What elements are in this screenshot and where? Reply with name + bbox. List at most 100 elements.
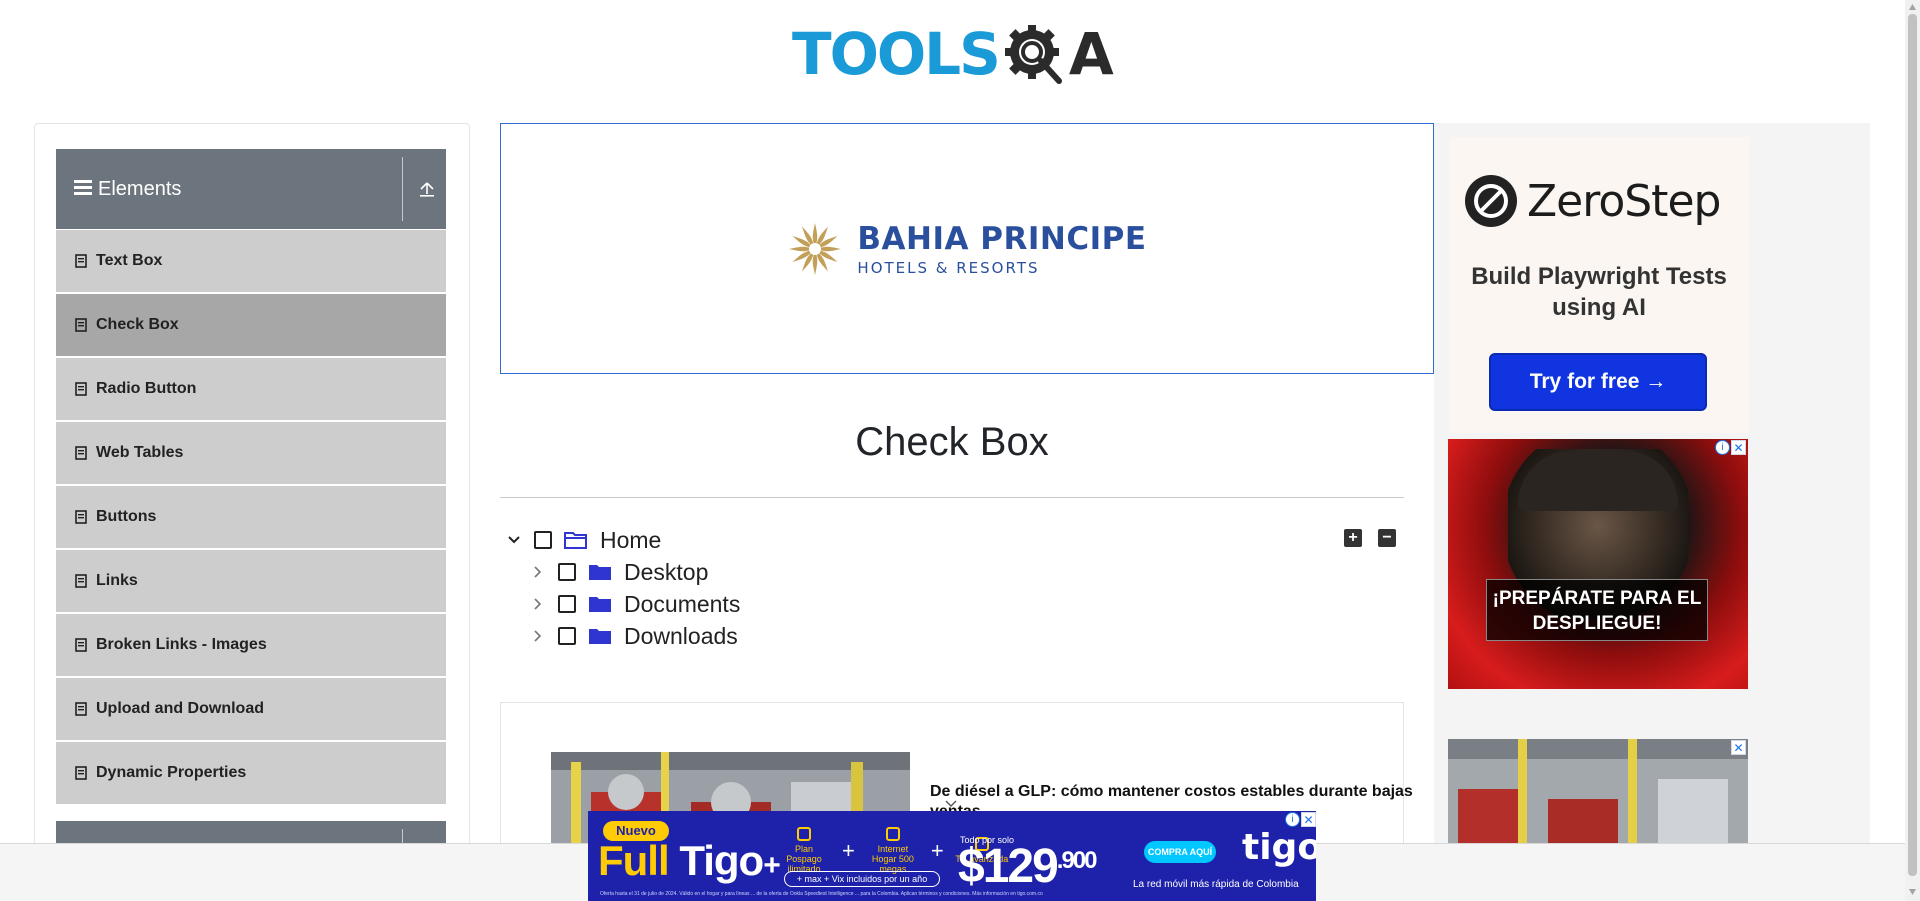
group-title-label: Elements <box>98 178 182 200</box>
tree-node-documents[interactable]: Documents <box>524 588 740 620</box>
zerostep-logo-icon <box>1465 175 1517 227</box>
group-header-elements[interactable]: Elements <box>56 149 446 229</box>
wifi-icon <box>885 827 900 841</box>
sidebar-item-label: Radio Button <box>96 380 197 397</box>
sidebar-item-label: Upload and Download <box>96 700 264 717</box>
sidebar-item-label: Dynamic Properties <box>96 764 247 781</box>
sidebar-item-links[interactable]: Links <box>56 550 446 612</box>
document-icon <box>72 636 90 654</box>
tigo-ad[interactable]: Nuevo Full Tigo+ Plan Pospago ilimitado … <box>588 811 1316 901</box>
sidebar-menu: Text Box Check Box Radio Button Web Tabl… <box>56 230 446 806</box>
tree-node-desktop[interactable]: Desktop <box>524 556 708 588</box>
sidebar-item-web-tables[interactable]: Web Tables <box>56 422 446 484</box>
tree-toggle-button[interactable] <box>500 524 528 556</box>
ad-info-icon[interactable]: i <box>1285 812 1300 827</box>
zerostep-logo: ZeroStep <box>1465 175 1721 227</box>
plus-icon: + <box>930 837 944 863</box>
tigo-price: $129.900 <box>958 839 1098 894</box>
sidebar-item-text-box[interactable]: Text Box <box>56 230 446 292</box>
folder-icon <box>589 565 611 580</box>
tree-toggle-button[interactable] <box>524 588 552 620</box>
ad-close-icon[interactable]: ✕ <box>1731 740 1746 755</box>
banner-ad[interactable]: BAHIA PRINCIPE HOTELS & RESORTS <box>500 123 1434 374</box>
tigo-product: Full Tigo+ <box>598 837 781 885</box>
collapse-group-button[interactable] <box>408 149 446 229</box>
ad-info-icon[interactable]: i <box>1715 440 1730 455</box>
ad-close-icon[interactable]: ✕ <box>1731 440 1746 455</box>
expand-all-button[interactable]: + <box>1344 529 1362 547</box>
logo-text-a: A <box>1068 20 1114 88</box>
zerostep-name: ZeroStep <box>1527 175 1721 227</box>
group-header-title: Elements <box>74 149 181 229</box>
title-divider <box>500 497 1404 498</box>
page-title: Check Box <box>855 420 1049 464</box>
tree-checkbox[interactable] <box>534 531 552 549</box>
document-icon <box>72 700 90 718</box>
tigo-product-a: Full <box>598 837 670 884</box>
chevron-right-icon <box>534 630 542 642</box>
document-icon <box>72 764 90 782</box>
sidebar-item-label: Links <box>96 572 138 589</box>
sidebar-item-upload-download[interactable]: Upload and Download <box>56 678 446 740</box>
sunburst-logo-icon <box>789 222 842 275</box>
logo-text-tools: TOOLS <box>792 20 1001 88</box>
gear-magnifier-icon <box>1003 23 1065 85</box>
sidebar-item-dynamic-properties[interactable]: Dynamic Properties <box>56 742 446 804</box>
collapse-arrow-icon <box>420 182 434 197</box>
document-icon <box>72 316 90 334</box>
plus-icon: + <box>842 837 855 863</box>
helmet-shape <box>1518 451 1678 511</box>
tree-actions: + − <box>1344 529 1396 547</box>
tigo-feature: Plan Pospago ilimitado <box>776 827 832 874</box>
zerostep-ad[interactable]: ZeroStep Build Playwright Tests using AI… <box>1449 137 1749 433</box>
chevron-right-icon <box>534 598 542 610</box>
tigo-fine-print: Oferta hasta el 31 de julio de 2024. Vál… <box>600 891 1043 897</box>
tigo-price-main: $129 <box>958 840 1059 893</box>
ad-close-icon[interactable]: ✕ <box>1301 812 1316 827</box>
toolsqa-logo[interactable]: TOOLS A <box>792 14 1116 94</box>
chevron-right-icon <box>534 566 542 578</box>
zerostep-tagline: Build Playwright Tests using AI <box>1471 263 1727 321</box>
tigo-included: + max + Vix incluidos por un año <box>784 871 940 887</box>
tree-node-label: Desktop <box>624 558 709 585</box>
sidebar-item-label: Web Tables <box>96 444 184 461</box>
tigo-feature: Internet Hogar 500 megas <box>865 827 921 874</box>
page: TOOLS A Elements Text Box Check Box Radi… <box>0 0 1920 901</box>
tree-toggle-button[interactable] <box>524 556 552 588</box>
tigo-buy-button[interactable]: COMPRA AQUÍ <box>1144 841 1216 863</box>
tree-toggle-button[interactable] <box>524 620 552 652</box>
sidebar-item-label: Check Box <box>96 316 179 333</box>
document-icon <box>72 572 90 590</box>
scroll-up-arrow-icon[interactable] <box>1908 3 1917 11</box>
try-for-free-button[interactable]: Try for free → <box>1489 353 1707 411</box>
chevron-down-icon[interactable] <box>944 799 958 809</box>
sidebar-item-radio-button[interactable]: Radio Button <box>56 358 446 420</box>
banner-ad-subtitle: HOTELS & RESORTS <box>857 258 1040 277</box>
collapse-all-button[interactable]: − <box>1378 529 1396 547</box>
sidebar-item-check-box[interactable]: Check Box <box>56 294 446 356</box>
tigo-price-cents: .900 <box>1056 847 1098 874</box>
phone-icon <box>797 827 811 841</box>
scroll-thumb[interactable] <box>1908 14 1917 876</box>
banner-ad-brand: BAHIA PRINCIPE <box>857 220 1147 257</box>
sidebar-item-buttons[interactable]: Buttons <box>56 486 446 548</box>
tree-node-home[interactable]: Home <box>500 524 661 556</box>
scroll-down-arrow-icon[interactable] <box>1908 888 1917 896</box>
document-icon <box>72 252 90 270</box>
tree-checkbox[interactable] <box>558 627 576 645</box>
folder-icon <box>589 597 611 612</box>
tree-checkbox[interactable] <box>558 563 576 581</box>
sidebar-item-broken-links[interactable]: Broken Links - Images <box>56 614 446 676</box>
tree-node-label: Home <box>600 526 662 553</box>
document-icon <box>72 508 90 526</box>
tree-node-downloads[interactable]: Downloads <box>524 620 738 652</box>
folder-icon <box>589 629 611 644</box>
document-icon <box>72 444 90 462</box>
game-ad[interactable]: ¡PREPÁRATE PARA EL DESPLIEGUE! <box>1448 439 1748 689</box>
tigo-tagline: La red móvil más rápida de Colombia <box>1133 879 1299 890</box>
tree-checkbox[interactable] <box>558 595 576 613</box>
hamburger-icon <box>74 149 92 229</box>
header-divider <box>402 157 403 221</box>
tigo-feature-label: Internet Hogar 500 megas <box>871 844 914 874</box>
tigo-feature-label: Plan Pospago ilimitado <box>786 844 822 874</box>
